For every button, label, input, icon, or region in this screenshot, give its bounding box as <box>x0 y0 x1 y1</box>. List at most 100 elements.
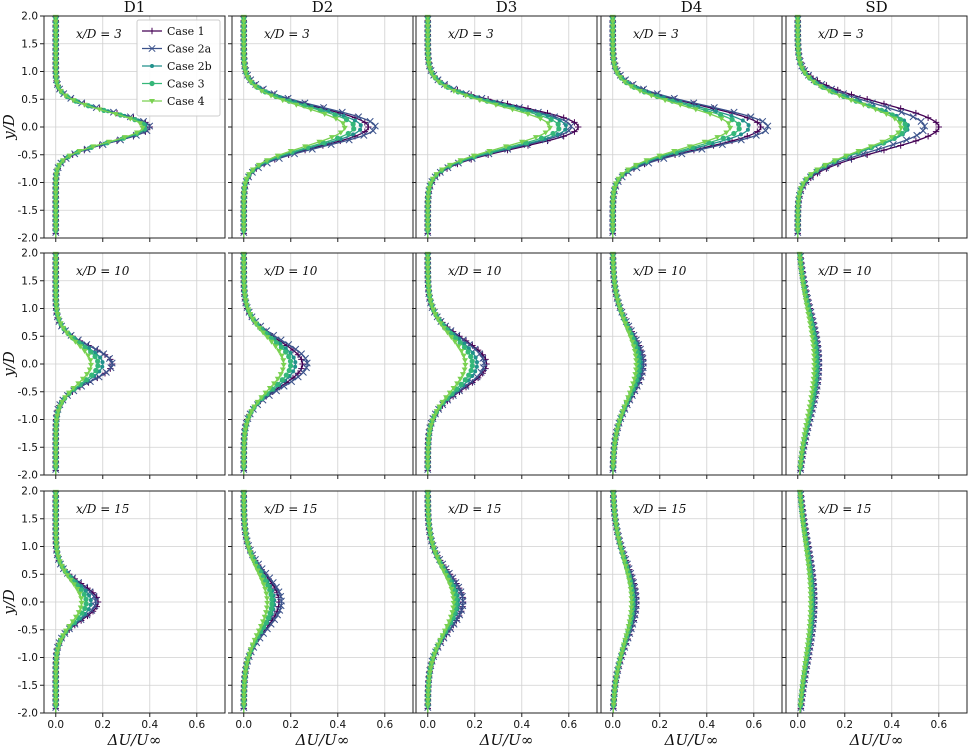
data-point <box>550 130 556 137</box>
data-point <box>287 358 294 364</box>
data-point <box>280 362 287 368</box>
panel-r0-c3: x/D = 3 <box>597 14 783 242</box>
data-point <box>280 358 287 364</box>
data-point <box>474 364 479 369</box>
data-point <box>459 372 466 378</box>
data-point <box>468 367 474 374</box>
x-tick-label: 0.6 <box>376 719 393 731</box>
y-tick-label: 1.5 <box>21 275 38 287</box>
data-point <box>468 354 474 360</box>
data-point <box>279 377 285 383</box>
panel-annotation: x/D = 3 <box>264 27 310 41</box>
data-point <box>740 118 745 123</box>
y-tick-label: -1.0 <box>18 652 39 664</box>
panel-r0-c1: x/D = 3 <box>228 14 414 242</box>
data-point <box>745 127 750 132</box>
x-tick-label: 0.2 <box>466 719 483 731</box>
y-tick-label: 0.0 <box>21 359 38 371</box>
panel-annotation: x/D = 3 <box>818 27 864 41</box>
panel-r0-c2: x/D = 3 <box>412 14 598 242</box>
data-point <box>473 355 478 360</box>
data-point <box>350 121 356 127</box>
data-point <box>469 358 475 364</box>
data-point <box>720 135 726 141</box>
wake-deficit-figure: -2.0 -1.5 -1.0 -0.5 0.0 0.5 1.0 1.5 2.0 x/D = 3 x/… <box>0 0 968 749</box>
data-point <box>474 360 479 365</box>
y-tick-label: -0.5 <box>18 624 39 636</box>
panel-r1-c3: x/D = 10 <box>597 251 783 479</box>
data-point <box>95 363 101 369</box>
data-point <box>263 591 270 597</box>
y-tick-label: -1.0 <box>18 177 39 189</box>
y-tick-label: 1.5 <box>21 513 38 525</box>
panel-r2-c3: 0.0 0.2 0.4 0.6x/D = 15 <box>597 489 783 731</box>
data-point <box>88 598 93 603</box>
data-point <box>466 372 472 378</box>
panel-annotation: x/D = 10 <box>633 264 687 278</box>
panel-annotation: x/D = 10 <box>264 264 318 278</box>
data-point <box>555 132 560 137</box>
x-tick-label: 0.0 <box>47 719 64 731</box>
data-point <box>351 132 356 137</box>
y-tick-label: -1.5 <box>18 205 39 217</box>
panel-annotation: x/D = 15 <box>448 502 501 516</box>
data-point <box>283 372 289 378</box>
data-point <box>746 123 751 128</box>
data-point <box>462 362 469 368</box>
data-point <box>334 135 341 141</box>
data-point <box>460 353 467 359</box>
y-tick-label: 0.5 <box>21 331 38 343</box>
data-point <box>345 130 351 137</box>
panel-annotation: x/D = 3 <box>76 27 122 41</box>
data-point <box>85 353 92 359</box>
y-tick-label: 2.0 <box>21 11 38 23</box>
data-point <box>293 364 298 369</box>
x-tick-label: 0.4 <box>329 719 346 731</box>
data-point <box>78 596 85 602</box>
panel-r2-c2: 0.0 0.2 0.4 0.6 x/D = 15 <box>412 489 598 731</box>
y-tick-label: 1.0 <box>21 66 38 78</box>
data-point <box>293 360 298 365</box>
data-point <box>95 358 101 364</box>
data-point <box>735 121 742 127</box>
panel-r2-c1: 0.0 0.2 0.4 0.6 x/D = 15 <box>228 489 414 731</box>
panel-r1-c2: x/D = 10 <box>412 251 598 479</box>
y-tick-label: 2.0 <box>21 248 38 260</box>
data-point <box>100 360 105 365</box>
data-point <box>87 362 94 368</box>
data-point <box>279 367 286 373</box>
data-point <box>286 367 292 374</box>
data-point <box>358 127 363 132</box>
x-tick-label: 0.4 <box>141 719 158 731</box>
data-point <box>268 605 274 612</box>
data-point <box>288 363 294 369</box>
data-point <box>738 132 743 137</box>
data-point <box>736 126 742 132</box>
x-tick-label: 0.0 <box>235 719 252 731</box>
panel-annotation: x/D = 3 <box>633 27 679 41</box>
data-point <box>87 593 92 598</box>
panel-annotation: x/D = 3 <box>448 27 494 41</box>
data-point <box>93 367 99 374</box>
data-point <box>264 596 271 602</box>
x-tick-label: 0.4 <box>513 719 530 731</box>
y-tick-label: -1.5 <box>18 680 39 692</box>
data-point <box>337 130 344 136</box>
x-tick-label: 0.2 <box>94 719 111 731</box>
y-tick-label: 0.0 <box>21 122 38 134</box>
data-point <box>902 126 909 132</box>
x-tick-label: 0.6 <box>560 719 577 731</box>
y-tick-label: -2.0 <box>18 470 39 482</box>
panel-r2-c0: 0.0 0.2 0.4 0.6 -2.0 -1.5 -1.0 -0.5 0.0 0.5 1.0 1.5… <box>18 486 226 731</box>
data-point <box>723 130 730 136</box>
panel-annotation: x/D = 15 <box>264 502 317 516</box>
data-point <box>563 123 568 128</box>
data-point <box>89 372 95 378</box>
data-point <box>83 601 89 607</box>
panel-r0-c4: x/D = 3 <box>782 14 968 242</box>
y-tick-label: 1.0 <box>21 303 38 315</box>
data-point <box>458 349 465 355</box>
y-tick-label: 1.0 <box>21 541 38 553</box>
panel-r1-c1: x/D = 10 <box>228 251 414 479</box>
panel-annotation: x/D = 10 <box>76 264 130 278</box>
